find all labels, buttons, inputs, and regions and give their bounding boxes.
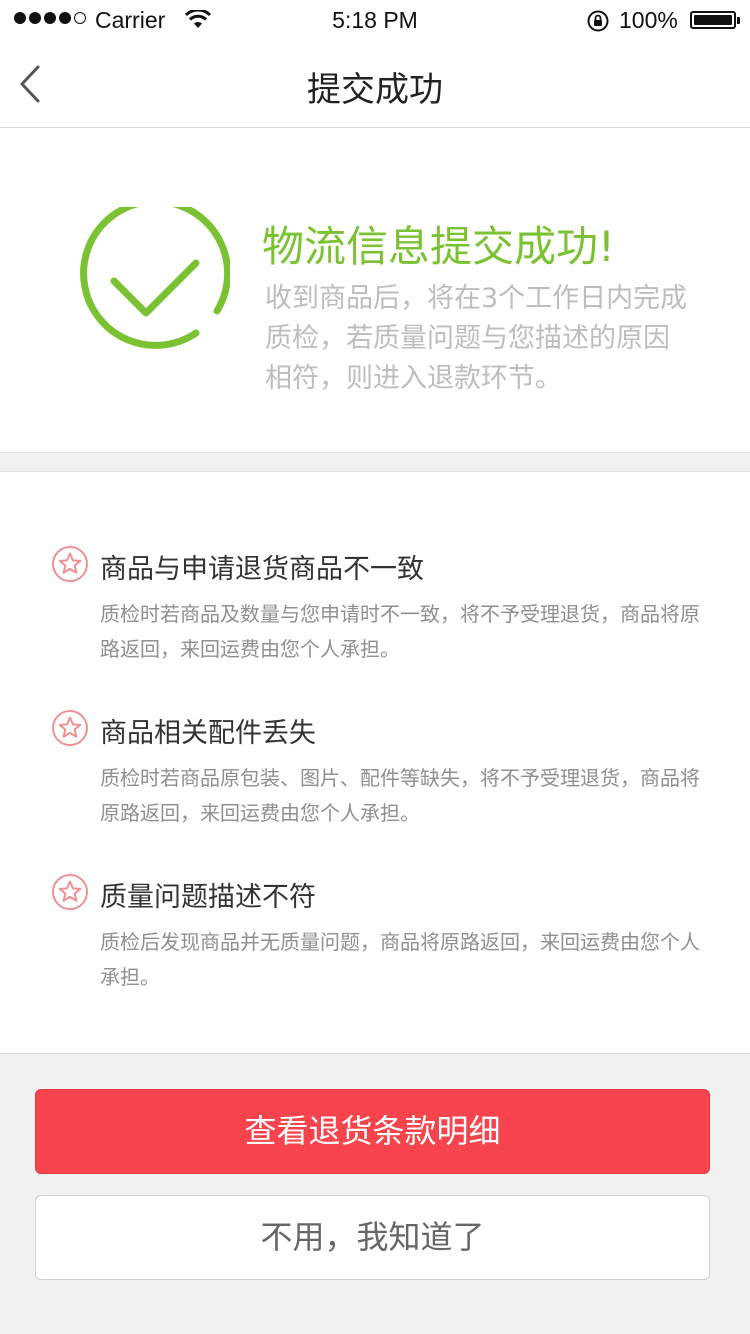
battery-icon [690, 11, 740, 29]
rule-description: 质检时若商品及数量与您申请时不一致，将不予受理退货，商品将原路返回，来回运费由您… [100, 602, 700, 661]
rule-description: 质检后发现商品并无质量问题，商品将原路返回，来回运费由您个人承担。 [100, 930, 700, 989]
success-description: 收到商品后，将在3个工作日内完成质检，若质量问题与您描述的原因相符，则进入退款环… [265, 283, 688, 394]
battery-percent: 100% [619, 7, 678, 33]
view-return-terms-button[interactable]: 查看退货条款明细 [35, 1089, 710, 1174]
success-check-icon [76, 197, 232, 365]
star-icon [51, 545, 89, 587]
page-title: 提交成功 [307, 70, 443, 110]
status-bar: Carrier 5:18 PM 100% [0, 0, 750, 40]
rule-title: 商品相关配件丢失 [100, 718, 316, 749]
success-panel: 物流信息提交成功! 收到商品后，将在3个工作日内完成质检，若质量问题与您描述的原… [0, 129, 750, 452]
rule-title: 质量问题描述不符 [100, 882, 316, 913]
dismiss-button[interactable]: 不用，我知道了 [35, 1195, 710, 1280]
rule-description: 质检时若商品原包装、图片、配件等缺失，将不予受理退货，商品将原路返回，来回运费由… [100, 766, 700, 825]
section-divider [0, 452, 750, 472]
rule-title: 商品与申请退货商品不一致 [100, 554, 424, 585]
rotation-lock-icon [586, 9, 610, 37]
success-title: 物流信息提交成功! [262, 222, 615, 271]
rules-list: 商品与申请退货商品不一致 质检时若商品及数量与您申请时不一致，将不予受理退货，商… [0, 473, 750, 1053]
action-area: 查看退货条款明细 不用，我知道了 [0, 1053, 750, 1334]
star-icon [51, 709, 89, 751]
navigation-bar: 提交成功 [0, 40, 750, 128]
star-icon [51, 873, 89, 915]
